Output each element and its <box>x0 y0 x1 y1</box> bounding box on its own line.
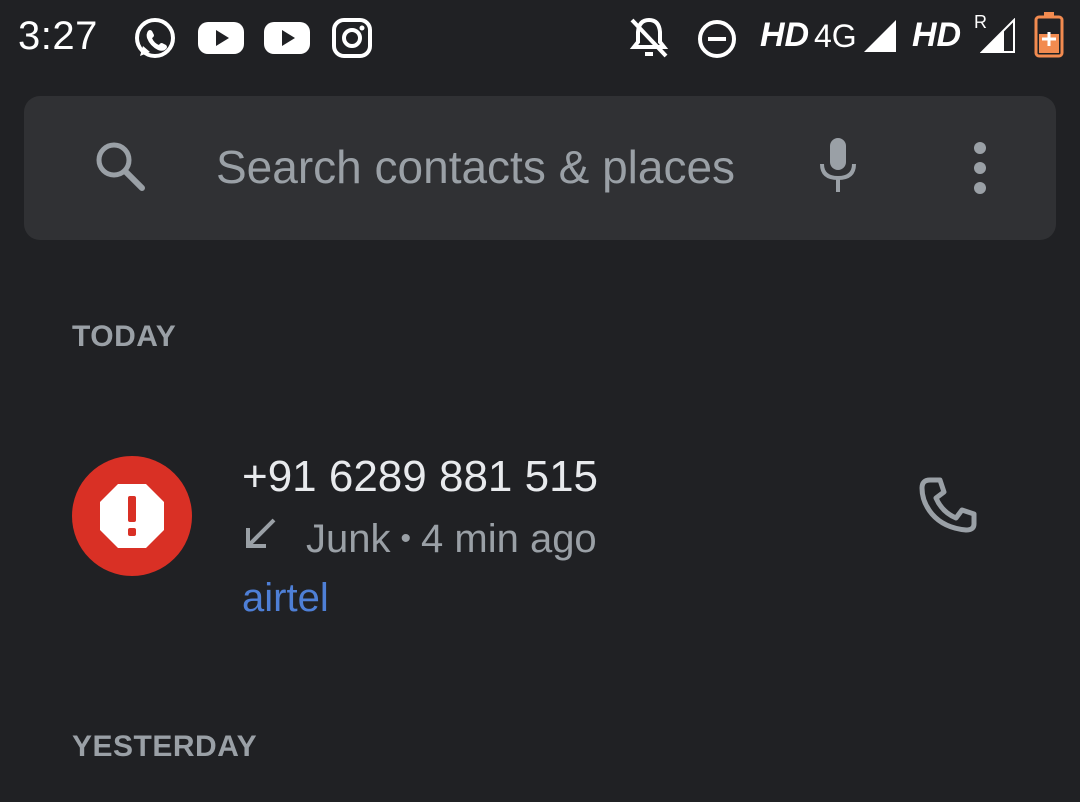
hd-voice-indicator: HD <box>760 16 810 54</box>
section-header-yesterday: YESTERDAY <box>72 730 258 763</box>
call-type-label: Junk <box>306 516 391 561</box>
avatar[interactable] <box>72 456 192 576</box>
youtube-icon <box>264 20 310 61</box>
search-bar[interactable]: Search contacts & places <box>24 96 1056 240</box>
signal-strength-icon <box>862 18 898 59</box>
whatsapp-icon <box>132 16 178 67</box>
call-details: Junk • 4 min ago <box>242 516 597 562</box>
signal-strength-icon-2 <box>979 17 1016 59</box>
incoming-call-icon <box>242 516 278 562</box>
more-options-icon[interactable] <box>968 140 992 201</box>
instagram-icon <box>332 18 372 63</box>
call-time: 4 min ago <box>421 516 597 561</box>
microphone-icon[interactable] <box>814 136 862 201</box>
caller-number: +91 6289 881 515 <box>242 452 599 501</box>
network-type-indicator: 4G <box>814 18 857 54</box>
hd-voice-indicator-2: HD <box>912 16 962 54</box>
call-back-phone-icon[interactable] <box>916 474 978 541</box>
carrier-label: airtel <box>242 576 329 620</box>
battery-icon <box>1034 12 1064 63</box>
search-input[interactable]: Search contacts & places <box>216 140 735 194</box>
spam-warning-icon <box>100 484 164 548</box>
do-not-disturb-icon <box>696 18 738 65</box>
search-icon[interactable] <box>92 138 148 199</box>
status-time: 3:27 <box>18 14 98 58</box>
status-bar: 3:27 HD 4G HD R <box>0 0 1080 78</box>
separator-dot: • <box>400 522 412 555</box>
section-header-today: TODAY <box>72 320 177 353</box>
call-log-item[interactable]: +91 6289 881 515 Junk • 4 min ago airtel <box>0 430 1080 630</box>
youtube-icon <box>198 20 244 61</box>
notifications-off-icon <box>628 16 670 65</box>
